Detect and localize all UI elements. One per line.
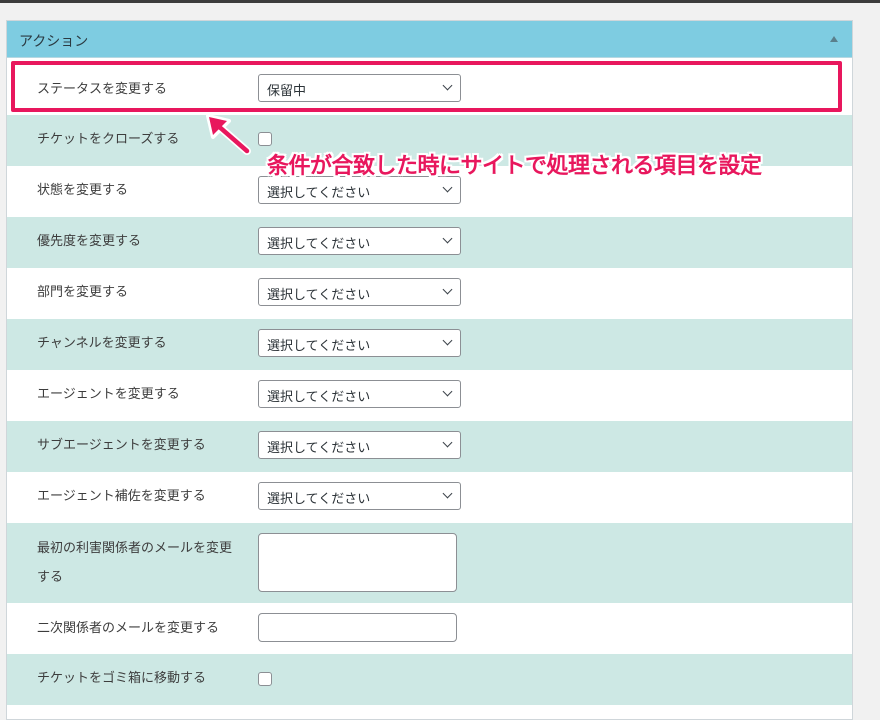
row-change-agent: エージェントを変更する 選択してください [7,370,852,421]
row-label: 優先度を変更する [37,234,142,249]
row-change-channel: チャンネルを変更する 選択してください [7,319,852,370]
row-change-secondary-stakeholder-email: 二次関係者のメールを変更する [7,603,852,654]
window-top-bar [0,0,880,3]
chevron-down-icon [442,335,453,346]
first-stakeholder-email-textarea[interactable] [258,533,457,592]
priority-select[interactable]: 選択してください [258,227,461,255]
state-select[interactable]: 選択してください [258,176,461,204]
row-label: 二次関係者のメールを変更する [37,621,220,636]
chevron-down-icon [442,386,453,397]
select-value: 選択してください [267,186,371,201]
move-to-trash-checkbox[interactable] [258,672,272,686]
select-value: 選択してください [267,288,371,303]
annotation-highlight-box [11,61,842,112]
sub-agent-select[interactable]: 選択してください [258,431,461,459]
chevron-down-icon [442,488,453,499]
row-label: 状態を変更する [37,183,129,198]
agent-select[interactable]: 選択してください [258,380,461,408]
panel-title: アクション [19,34,89,50]
row-label: 部門を変更する [37,285,129,300]
chevron-down-icon [442,182,453,193]
row-label: サブエージェントを変更する [37,438,206,453]
assistant-agent-select[interactable]: 選択してください [258,482,461,510]
annotation-arrow-icon [206,114,251,155]
actions-panel: アクション ステータスを変更する 保留中 チケットをクローズする 状態を変更する… [6,20,853,720]
row-change-priority: 優先度を変更する 選択してください [7,217,852,268]
select-value: 選択してください [267,441,371,456]
row-label: チケットをゴミ箱に移動する [37,671,207,686]
chevron-down-icon [442,233,453,244]
row-move-ticket-to-trash: チケットをゴミ箱に移動する [7,654,852,705]
select-value: 選択してください [267,492,371,507]
row-change-department: 部門を変更する 選択してください [7,268,852,319]
chevron-down-icon [442,284,453,295]
select-value: 選択してください [267,390,371,405]
row-change-assistant-agent: エージェント補佐を変更する 選択してください [7,472,852,523]
select-value: 選択してください [267,339,371,354]
row-label: 最初の利害関係者のメールを変更 [37,541,233,556]
row-label-continued: する [37,570,64,585]
collapse-arrow-icon[interactable] [830,36,838,42]
channel-select[interactable]: 選択してください [258,329,461,357]
row-label: チャンネルを変更する [37,336,167,351]
panel-header[interactable]: アクション [7,21,852,58]
row-label: チケットをクローズする [37,132,180,147]
row-label: エージェント補佐を変更する [37,489,206,504]
department-select[interactable]: 選択してください [258,278,461,306]
row-label: エージェントを変更する [37,387,180,402]
chevron-down-icon [442,437,453,448]
row-change-first-stakeholder-email: 最初の利害関係者のメールを変更 する [7,523,852,603]
row-change-sub-agent: サブエージェントを変更する 選択してください [7,421,852,472]
annotation-text: 条件が合致した時にサイトで処理される項目を設定 [267,154,762,179]
secondary-stakeholder-email-input[interactable] [258,613,457,642]
select-value: 選択してください [267,237,371,252]
